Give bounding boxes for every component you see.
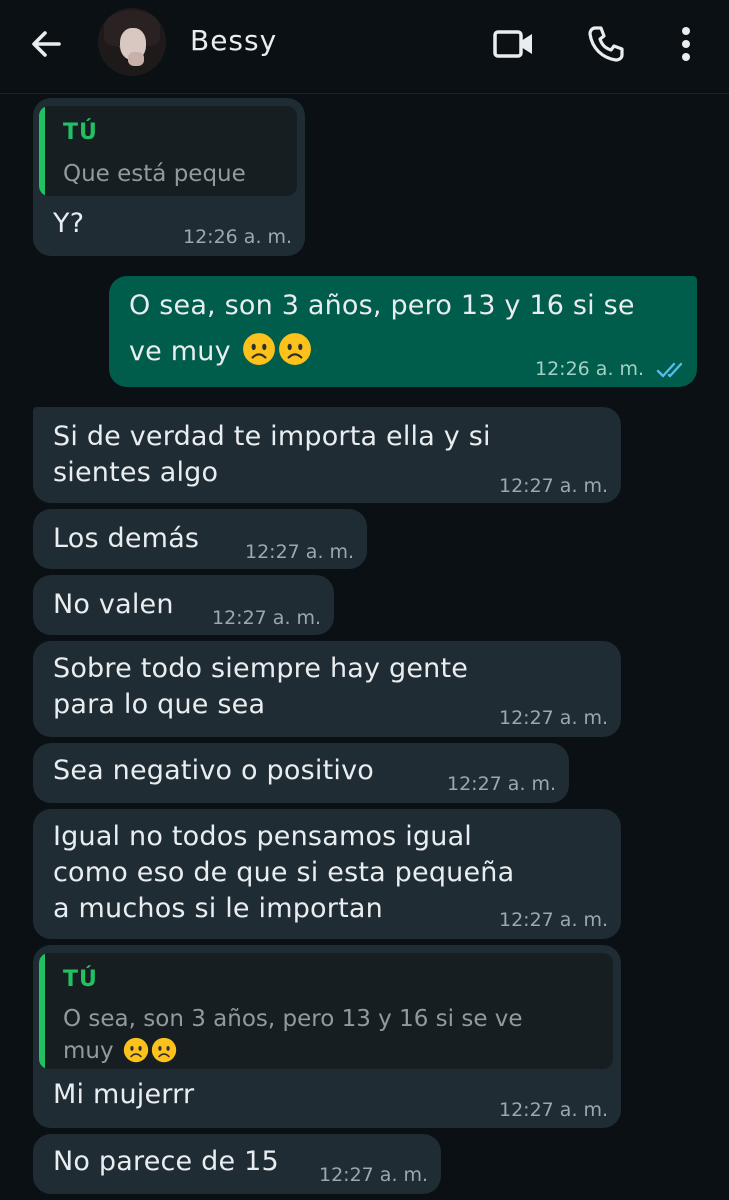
quote-text: O sea, son 3 años, pero 13 y 16 si se ve [63,1006,523,1032]
voice-call-button[interactable] [582,20,630,68]
incoming-message-bubble[interactable]: No parece de 15 12:27 a. m. [33,1134,441,1194]
quoted-message[interactable]: TÚ Que está peque [39,106,297,196]
incoming-message-bubble[interactable]: TÚ Que está peque Y? 12:26 a. m. [33,98,305,256]
quote-text-line: muy [63,1035,177,1067]
message-time-row: 12:26 a. m. [535,358,690,380]
back-button[interactable] [26,24,66,64]
message-time: 12:27 a. m. [447,773,557,795]
quote-author: TÚ [63,967,98,992]
message-text-line: ve muy [129,332,312,370]
quote-accent-bar [39,106,45,196]
message-text: Mi mujerrr [53,1079,195,1110]
quote-accent-bar [39,953,45,1069]
message-text: Igual no todos pensamos igual [53,821,473,852]
message-text: ve muy [129,336,231,367]
message-text: para lo que sea [53,689,266,720]
message-time: 12:27 a. m. [319,1164,429,1186]
message-time: 12:27 a. m. [212,607,322,629]
incoming-message-bubble[interactable]: No valen 12:27 a. m. [33,575,334,635]
incoming-message-bubble[interactable]: Sobre todo siempre hay gente para lo que… [33,641,621,737]
message-text: como eso de que si esta pequeña [53,857,515,888]
message-text: sientes algo [53,457,219,488]
incoming-message-bubble[interactable]: Sea negativo o positivo 12:27 a. m. [33,743,569,803]
incoming-message-bubble[interactable]: Igual no todos pensamos igual como eso d… [33,809,621,939]
frowning-face-emoji [151,1037,177,1063]
arrow-back-icon [32,31,61,57]
message-text: No parece de 15 [53,1146,279,1177]
message-time: 12:27 a. m. [245,541,355,563]
message-time: 12:27 a. m. [499,1099,609,1121]
contact-name[interactable]: Bessy [190,24,277,57]
contact-avatar[interactable] [98,8,166,76]
message-text: O sea, son 3 años, pero 13 y 16 si se [129,290,635,321]
chat-header: Bessy [0,0,729,94]
message-time: 12:27 a. m. [499,707,609,729]
quote-text: Que está peque [63,161,246,187]
phone-icon [588,26,624,62]
incoming-message-bubble[interactable]: Si de verdad te importa ella y si siente… [33,407,621,503]
frowning-face-emoji [123,1037,149,1063]
message-time: 12:27 a. m. [499,475,609,497]
more-vert-icon [682,27,690,61]
message-text: Si de verdad te importa ella y si [53,421,491,452]
message-text: Sobre todo siempre hay gente [53,653,469,684]
quote-text: muy [63,1038,114,1064]
message-text: No valen [53,589,174,620]
read-double-check-icon [656,362,683,377]
more-options-button[interactable] [662,20,710,68]
message-time: 12:26 a. m. [535,358,645,380]
quoted-message[interactable]: TÚ O sea, son 3 años, pero 13 y 16 si se… [39,953,613,1069]
outgoing-message-bubble[interactable]: O sea, son 3 años, pero 13 y 16 si se ve… [109,276,697,387]
message-text: Los demás [53,523,200,554]
message-text: Y? [53,208,85,239]
message-time: 12:27 a. m. [499,909,609,931]
incoming-message-bubble[interactable]: Los demás 12:27 a. m. [33,509,367,569]
message-text: Sea negativo o positivo [53,755,374,786]
incoming-message-bubble[interactable]: TÚ O sea, son 3 años, pero 13 y 16 si se… [33,945,621,1128]
frowning-face-emoji [242,333,275,365]
message-text: a muchos si le importan [53,893,383,924]
video-call-icon [493,30,532,58]
message-time: 12:26 a. m. [183,226,293,248]
video-call-button[interactable] [490,20,538,68]
frowning-face-emoji [278,333,311,365]
quote-author: TÚ [63,120,98,145]
